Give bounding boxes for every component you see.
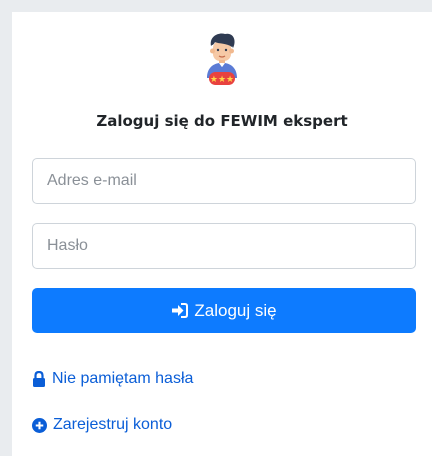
login-button[interactable]: Zaloguj się [32, 288, 416, 333]
plus-circle-icon [32, 417, 47, 433]
login-button-label: Zaloguj się [194, 300, 277, 320]
register-label: Zarejestruj konto [53, 416, 173, 433]
lock-icon [33, 371, 45, 387]
expert-avatar-icon: ★★★ [207, 33, 237, 85]
sign-in-icon [172, 303, 189, 318]
page-title: Zaloguj się do FEWIM ekspert [96, 112, 348, 130]
svg-text:★★★: ★★★ [210, 75, 234, 85]
login-card: ★★★ Zaloguj się do FEWIM ekspert Zaloguj… [12, 12, 432, 456]
register-link[interactable]: Zarejestruj konto [32, 416, 172, 434]
password-field[interactable] [32, 223, 416, 269]
forgot-password-link[interactable]: Nie pamiętam hasła [32, 370, 193, 388]
email-field[interactable] [32, 158, 416, 204]
forgot-password-label: Nie pamiętam hasła [52, 370, 194, 387]
